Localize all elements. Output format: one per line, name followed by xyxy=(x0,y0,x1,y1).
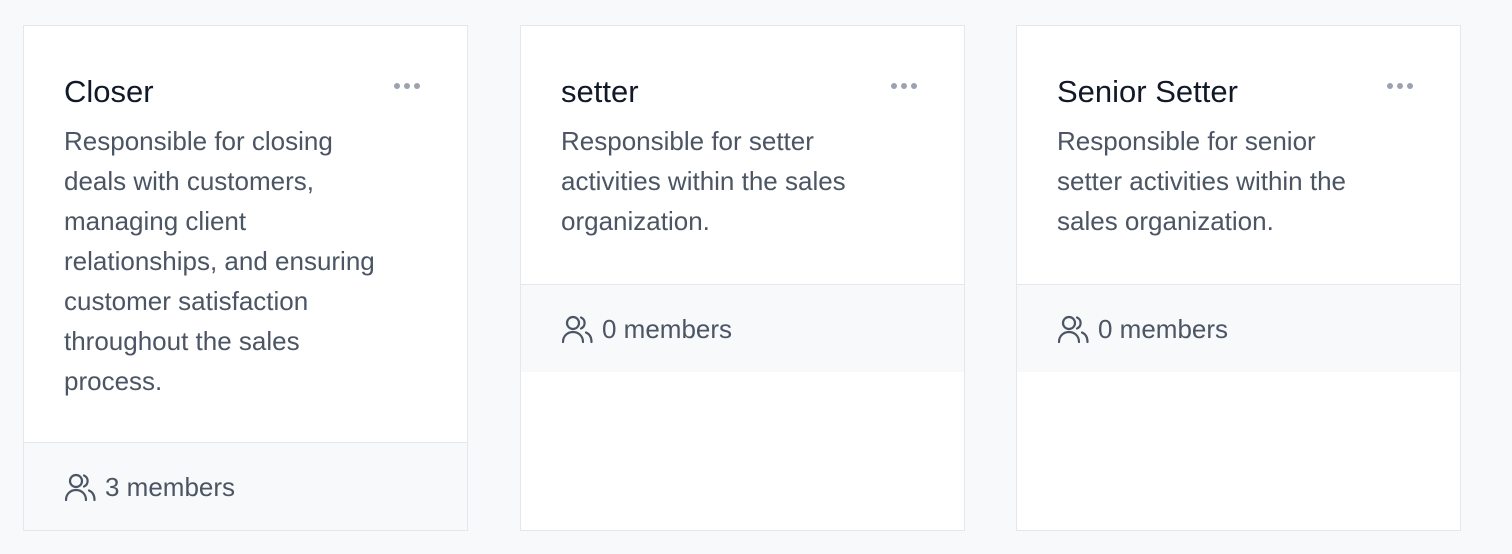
role-card-closer[interactable]: Closer Responsible for closing deals wit… xyxy=(23,25,468,531)
role-description: Responsible for setter activities within… xyxy=(561,126,846,236)
roles-grid: Closer Responsible for closing deals wit… xyxy=(0,0,1512,554)
role-card-footer: 0 members xyxy=(1017,284,1460,372)
role-options-button[interactable] xyxy=(884,73,924,99)
role-card-setter[interactable]: setter Responsible for setter activities… xyxy=(520,25,965,531)
role-title: setter xyxy=(561,74,639,109)
role-description: Responsible for senior setter activities… xyxy=(1057,126,1347,236)
members-count: 0 members xyxy=(602,313,733,344)
role-options-button[interactable] xyxy=(387,73,427,99)
role-card-body: Senior Setter Responsible for senior set… xyxy=(1017,26,1460,284)
ellipsis-horizontal-icon xyxy=(1387,83,1413,89)
role-card-body: setter Responsible for setter activities… xyxy=(521,26,964,284)
members-count: 3 members xyxy=(105,471,236,502)
role-description: Responsible for closing deals with custo… xyxy=(64,126,375,396)
role-card-senior-setter[interactable]: Senior Setter Responsible for senior set… xyxy=(1016,25,1461,531)
members-count: 0 members xyxy=(1098,313,1229,344)
role-title: Closer xyxy=(64,74,154,109)
role-card-footer: 0 members xyxy=(521,284,964,372)
ellipsis-horizontal-icon xyxy=(891,83,917,89)
ellipsis-horizontal-icon xyxy=(394,83,420,89)
role-options-button[interactable] xyxy=(1380,73,1420,99)
users-icon xyxy=(1057,314,1090,344)
role-card-body: Closer Responsible for closing deals wit… xyxy=(24,26,467,442)
users-icon xyxy=(64,472,97,502)
users-icon xyxy=(561,314,594,344)
role-title: Senior Setter xyxy=(1057,74,1238,109)
role-card-footer: 3 members xyxy=(24,442,467,530)
